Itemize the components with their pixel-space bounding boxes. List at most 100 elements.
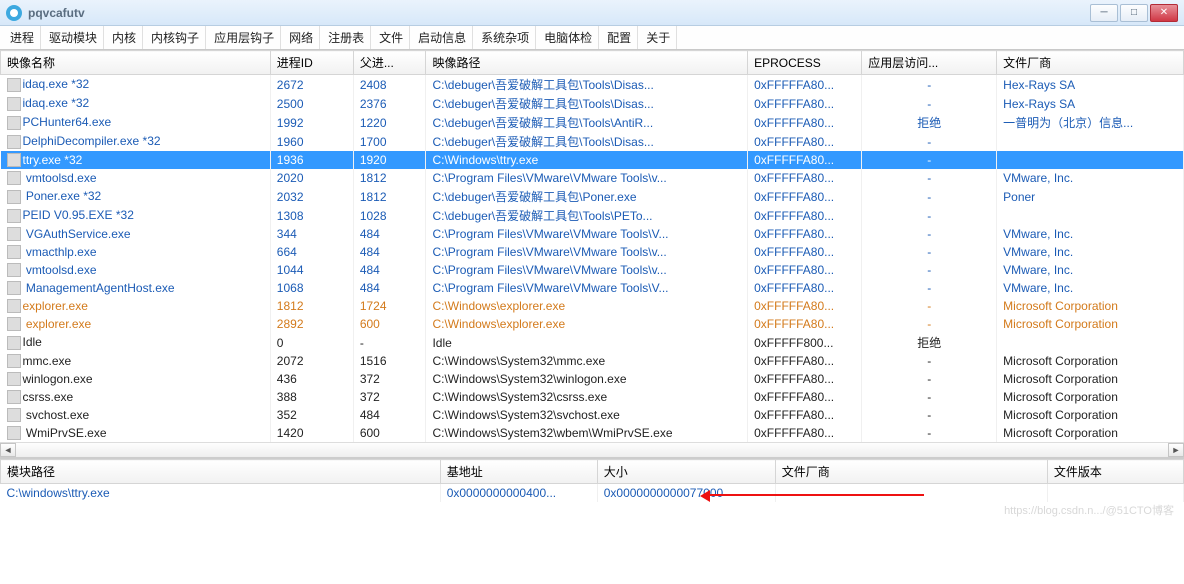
scroll-right-arrow[interactable]: ► [1168,443,1184,457]
process-row[interactable]: WmiPrvSE.exe1420600C:\Windows\System32\w… [1,424,1184,442]
menu-0[interactable]: 进程 [4,26,41,49]
menu-9[interactable]: 系统杂项 [475,26,536,49]
proc-col-3[interactable]: 映像路径 [426,51,748,75]
process-icon [7,372,21,386]
cell: C:\Windows\explorer.exe [426,315,748,333]
mod-col-2[interactable]: 大小 [597,460,775,484]
cell: 600 [353,424,426,442]
cell: 344 [270,225,353,243]
process-row[interactable]: PCHunter64.exe19921220C:\debuger\吾爱破解工具包… [1,113,1184,132]
menu-7[interactable]: 文件 [373,26,410,49]
close-button[interactable]: ✕ [1150,4,1178,22]
process-row[interactable]: winlogon.exe436372C:\Windows\System32\wi… [1,370,1184,388]
cell: 372 [353,388,426,406]
cell: Microsoft Corporation [997,370,1184,388]
mod-col-3[interactable]: 文件厂商 [775,460,1047,484]
menu-3[interactable]: 内核钩子 [145,26,206,49]
cell: - [862,279,997,297]
cell [997,151,1184,169]
cell: 0xFFFFFA80... [748,94,862,113]
mod-col-0[interactable]: 模块路径 [1,460,441,484]
process-row[interactable]: ttry.exe *3219361920C:\Windows\ttry.exe0… [1,151,1184,169]
menu-8[interactable]: 启动信息 [412,26,473,49]
proc-col-6[interactable]: 文件厂商 [997,51,1184,75]
process-row[interactable]: idaq.exe *3225002376C:\debuger\吾爱破解工具包\T… [1,94,1184,113]
cell: 0xFFFFFA80... [748,243,862,261]
process-icon [7,263,21,277]
minimize-button[interactable]: ─ [1090,4,1118,22]
cell [775,484,1047,502]
cell: C:\Windows\System32\csrss.exe [426,388,748,406]
process-row[interactable]: vmtoolsd.exe1044484C:\Program Files\VMwa… [1,261,1184,279]
maximize-button[interactable]: □ [1120,4,1148,22]
cell: - [862,261,997,279]
cell: mmc.exe [1,352,271,370]
module-table[interactable]: 模块路径基地址大小文件厂商文件版本 C:\windows\ttry.exe0x0… [0,459,1184,502]
horizontal-scrollbar[interactable]: ◄ ► [0,442,1184,458]
menu-4[interactable]: 应用层钩子 [208,26,281,49]
process-row[interactable]: csrss.exe388372C:\Windows\System32\csrss… [1,388,1184,406]
process-table[interactable]: 映像名称进程ID父进...映像路径EPROCESS应用层访问...文件厂商 id… [0,50,1184,442]
module-table-header[interactable]: 模块路径基地址大小文件厂商文件版本 [1,460,1184,484]
process-row[interactable]: vmacthlp.exe664484C:\Program Files\VMwar… [1,243,1184,261]
cell: C:\Windows\System32\svchost.exe [426,406,748,424]
cell: 0xFFFFFA80... [748,315,862,333]
cell: 1920 [353,151,426,169]
cell: 拒绝 [862,113,997,132]
process-row[interactable]: explorer.exe18121724C:\Windows\explorer.… [1,297,1184,315]
cell: Hex-Rays SA [997,75,1184,95]
proc-col-0[interactable]: 映像名称 [1,51,271,75]
cell: VMware, Inc. [997,169,1184,187]
proc-col-1[interactable]: 进程ID [270,51,353,75]
scroll-left-arrow[interactable]: ◄ [0,443,16,457]
process-icon [7,336,21,350]
cell: 0xFFFFFA80... [748,187,862,206]
mod-col-1[interactable]: 基地址 [440,460,597,484]
menu-10[interactable]: 电脑体检 [538,26,599,49]
process-row[interactable]: mmc.exe20721516C:\Windows\System32\mmc.e… [1,352,1184,370]
process-icon [7,317,21,331]
process-row[interactable]: DelphiDecompiler.exe *3219601700C:\debug… [1,132,1184,151]
proc-col-5[interactable]: 应用层访问... [862,51,997,75]
process-row[interactable]: ManagementAgentHost.exe1068484C:\Program… [1,279,1184,297]
cell: 2020 [270,169,353,187]
process-row[interactable]: Poner.exe *3220321812C:\debuger\吾爱破解工具包\… [1,187,1184,206]
cell: 0 [270,333,353,352]
process-icon [7,408,21,422]
process-icon [7,227,21,241]
cell: VMware, Inc. [997,261,1184,279]
process-icon [7,97,21,111]
process-row[interactable]: idaq.exe *3226722408C:\debuger\吾爱破解工具包\T… [1,75,1184,95]
module-row[interactable]: C:\windows\ttry.exe0x0000000000400...0x0… [1,484,1184,502]
menu-6[interactable]: 注册表 [322,26,371,49]
process-table-header[interactable]: 映像名称进程ID父进...映像路径EPROCESS应用层访问...文件厂商 [1,51,1184,75]
process-row[interactable]: Idle0-Idle0xFFFFF800...拒绝 [1,333,1184,352]
cell: 1028 [353,206,426,225]
proc-col-2[interactable]: 父进... [353,51,426,75]
process-row[interactable]: vmtoolsd.exe20201812C:\Program Files\VMw… [1,169,1184,187]
process-row[interactable]: PEID V0.95.EXE *3213081028C:\debuger\吾爱破… [1,206,1184,225]
cell: 2376 [353,94,426,113]
cell: 388 [270,388,353,406]
proc-col-4[interactable]: EPROCESS [748,51,862,75]
cell [997,132,1184,151]
cell: C:\debuger\吾爱破解工具包\Poner.exe [426,187,748,206]
cell: 2500 [270,94,353,113]
cell: PCHunter64.exe [1,113,271,132]
process-row[interactable]: svchost.exe352484C:\Windows\System32\svc… [1,406,1184,424]
cell: C:\Program Files\VMware\VMware Tools\v..… [426,243,748,261]
mod-col-4[interactable]: 文件版本 [1047,460,1183,484]
cell: 484 [353,225,426,243]
menu-1[interactable]: 驱动模块 [43,26,104,49]
cell: - [862,187,997,206]
cell [1047,484,1183,502]
cell: 一普明为（北京）信息... [997,113,1184,132]
menu-12[interactable]: 关于 [640,26,677,49]
cell: 0xFFFFFA80... [748,169,862,187]
menu-11[interactable]: 配置 [601,26,638,49]
process-row[interactable]: explorer.exe2892600C:\Windows\explorer.e… [1,315,1184,333]
scroll-track[interactable] [32,443,1152,457]
process-row[interactable]: VGAuthService.exe344484C:\Program Files\… [1,225,1184,243]
menu-2[interactable]: 内核 [106,26,143,49]
menu-5[interactable]: 网络 [283,26,320,49]
